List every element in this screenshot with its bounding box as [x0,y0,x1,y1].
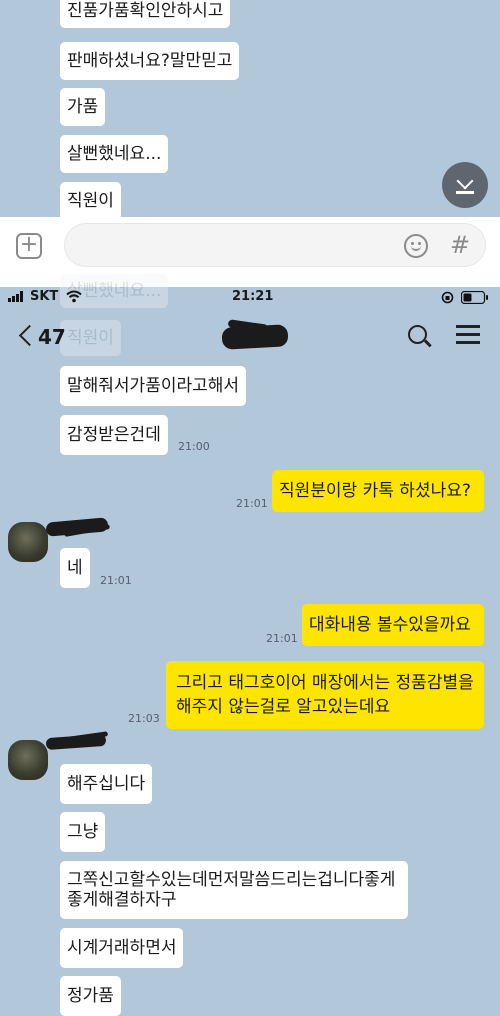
message-bubble: 말해줘서가품이라고해서 [60,366,247,406]
message-time: 21:01 [236,497,268,510]
my-message-bubble: 그리고 태그호이어 매장에서는 정품감별을 해주지 않는걸로 알고있는데요 [166,661,484,729]
emoji-mouth [411,245,421,251]
redacted-sender-name [45,731,112,756]
message-time: 21:00 [178,440,210,453]
hashtag-search-button[interactable]: # [450,231,470,259]
menu-icon[interactable] [456,325,480,345]
scroll-to-bottom-button[interactable] [442,162,488,208]
message-bubble: 살뻔했네요... [60,135,169,173]
message-bubble: 그쪽신고할수있는데먼저말씀드리는겁니다좋게 좋게해결하자구 [60,861,408,919]
search-icon[interactable] [408,325,427,344]
avatar[interactable] [8,740,48,780]
status-bar: SKT 21:21 [0,287,500,309]
scroll-bottom-line [456,191,474,194]
ghost-message-bubble: 직원이 [60,320,121,356]
emoji-icon[interactable] [404,234,428,258]
message-time: 21:03 [128,712,160,725]
message-bubble: 직원이 [60,182,121,220]
wifi-icon [66,290,82,303]
message-bubble: 정가품 [60,976,121,1016]
chevron-down-icon [456,172,474,190]
message-bubble: 가품 [60,88,106,126]
message-bubble: 그냥 [60,812,106,852]
my-message-bubble: 직원분이랑 카톡 하셨나요? [272,470,484,512]
message-bubble: 해주십니다 [60,764,153,804]
message-bubble: 판매하셨너요?말만믿고 [60,42,240,80]
carrier-label: SKT [30,289,59,304]
redacted-sender-name [45,516,112,542]
message-bubble: 감정받은건데 [60,415,168,455]
signal-icon [8,291,26,302]
my-message-bubble: 대화내용 볼수있을까요 [302,604,484,646]
add-attachment-button[interactable]: + [16,233,42,259]
message-bubble: 시계거래하면서 [60,928,184,968]
back-unread-count[interactable]: 47 [38,325,66,349]
battery-icon [461,291,488,304]
avatar[interactable] [8,522,48,562]
back-arrow-icon[interactable] [18,324,41,347]
clock-time: 21:21 [232,289,274,304]
redacted-chat-name [221,319,290,352]
orientation-lock-icon [441,291,454,304]
message-bubble: 네 [60,548,90,588]
message-time: 21:01 [266,632,298,645]
message-time: 21:01 [100,574,132,587]
message-bubble: 진품가품확인안하시고 [60,0,231,28]
